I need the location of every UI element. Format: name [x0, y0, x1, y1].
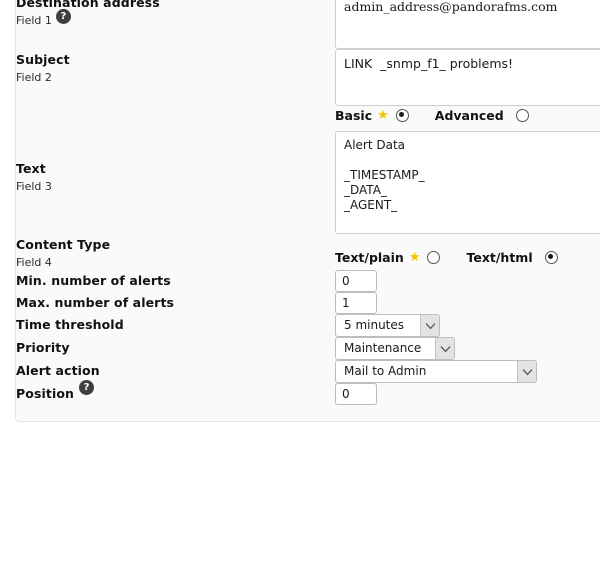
row-label-text: Text Field 3: [16, 106, 335, 234]
subject-input[interactable]: LINK _snmp_f1_ problems!: [335, 49, 600, 106]
row-label-subject: Subject Field 2: [16, 49, 335, 106]
row-label-time-threshold: Time threshold: [16, 314, 335, 337]
chevron-down-icon: [420, 315, 439, 336]
table-row: Priority Maintenance: [16, 337, 600, 360]
field-label: Max. number of alerts: [16, 295, 175, 310]
priority-select[interactable]: Maintenance: [335, 337, 455, 360]
star-icon: ★: [408, 249, 421, 265]
table-row: Alert action Mail to Admin: [16, 360, 600, 383]
row-label-min-alerts: Min. number of alerts: [16, 270, 335, 292]
star-icon: ★: [377, 107, 389, 123]
table-row: Destination address Field 1? admin_addre…: [16, 0, 600, 49]
time-threshold-value: 5 minutes: [344, 318, 405, 332]
table-row: Time threshold 5 minutes: [16, 314, 600, 337]
destination-address-input[interactable]: admin_address@pandorafms.com: [335, 0, 600, 49]
text-mode-toggle: Basic ★ Advanced: [335, 106, 600, 124]
field-sublabel: Field 1?: [16, 9, 335, 28]
chevron-down-icon: [517, 361, 536, 382]
field-label: Destination address: [16, 0, 160, 10]
row-label-priority: Priority: [16, 337, 335, 360]
row-field-max-alerts: 1: [335, 292, 600, 314]
table-row: Max. number of alerts 1: [16, 292, 600, 314]
row-field-content-type: Text/plain ★ Text/html: [335, 234, 600, 270]
field-sublabel: Field 4: [16, 256, 52, 269]
table-row: Content Type Field 4 Text/plain ★ Text/h…: [16, 234, 600, 270]
field-sublabel: Field 2: [16, 71, 52, 84]
help-icon[interactable]: ?: [79, 380, 95, 395]
row-label-content-type: Content Type Field 4: [16, 234, 335, 270]
row-field-position: 0: [335, 383, 600, 421]
table-row: Position? 0: [16, 380, 600, 421]
row-field-time-threshold: 5 minutes: [335, 314, 600, 337]
field-label: Content Type: [16, 237, 111, 252]
alert-template-form-panel: Destination address Field 1? admin_addre…: [15, 0, 600, 422]
table-row: Subject Field 2 LINK _snmp_f1_ problems!: [16, 49, 600, 106]
row-label-position: Position?: [16, 380, 335, 421]
max-alerts-input[interactable]: 1: [335, 292, 377, 314]
chevron-down-icon: [435, 338, 454, 359]
field-label: Alert action: [16, 363, 100, 378]
field-sublabel: Field 3: [16, 180, 52, 193]
row-label-destination-address: Destination address Field 1?: [16, 0, 335, 49]
radio-advanced[interactable]: [515, 108, 529, 122]
toggle-option-label-basic: Basic: [335, 107, 373, 123]
toggle-option-label-advanced: Advanced: [434, 107, 504, 123]
field-sublabel-text: Field 1: [16, 14, 52, 27]
row-field-alert-action: Mail to Admin: [335, 360, 600, 383]
row-label-alert-action: Alert action: [16, 360, 335, 383]
row-field-destination-address: admin_address@pandorafms.com: [335, 0, 600, 49]
radio-text-html[interactable]: [544, 250, 558, 264]
row-field-priority: Maintenance: [335, 337, 600, 360]
min-alerts-input[interactable]: 0: [335, 270, 377, 292]
time-threshold-select[interactable]: 5 minutes: [335, 314, 440, 337]
row-field-subject: LINK _snmp_f1_ problems!: [335, 49, 600, 106]
content-type-label-plain: Text/plain: [335, 249, 404, 265]
radio-text-plain[interactable]: [427, 250, 441, 264]
row-label-max-alerts: Max. number of alerts: [16, 292, 335, 314]
help-icon[interactable]: ?: [55, 9, 71, 24]
position-input[interactable]: 0: [335, 383, 377, 405]
alert-fields-table: Destination address Field 1? admin_addre…: [16, 0, 600, 421]
row-field-min-alerts: 0: [335, 270, 600, 292]
content-type-label-html: Text/html: [466, 249, 533, 265]
table-row: Text Field 3 Basic ★ Advanced Alert Data: [16, 106, 600, 234]
row-field-text: Basic ★ Advanced Alert Data _TIMESTAMP_ …: [335, 106, 600, 234]
screen: Destination address Field 1? admin_addre…: [0, 0, 600, 572]
alert-action-value: Mail to Admin: [344, 364, 427, 378]
alert-action-select[interactable]: Mail to Admin: [335, 360, 537, 383]
priority-value: Maintenance: [344, 341, 422, 355]
field-label: Subject: [16, 52, 70, 67]
field-label: Text: [16, 161, 46, 176]
table-row: Min. number of alerts 0: [16, 270, 600, 292]
text-body-input[interactable]: Alert Data _TIMESTAMP_ _DATA_ _AGENT_: [335, 131, 600, 234]
field-label: Min. number of alerts: [16, 273, 171, 288]
content-type-radio-group: Text/plain ★ Text/html: [335, 248, 600, 266]
field-label: Position: [16, 386, 75, 401]
field-label: Priority: [16, 340, 70, 355]
radio-basic[interactable]: [395, 108, 409, 122]
field-label: Time threshold: [16, 317, 124, 332]
